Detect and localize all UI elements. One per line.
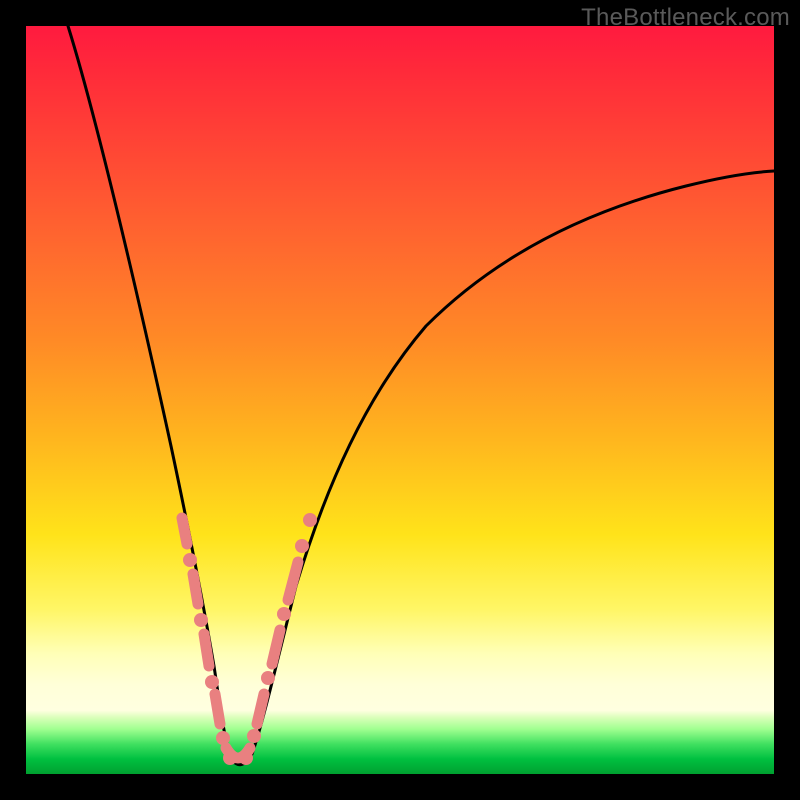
highlight-right-seg-3 xyxy=(288,562,298,600)
highlight-left-seg-2 xyxy=(193,574,198,604)
highlight-right-dot-1 xyxy=(247,729,261,743)
highlight-left-dot-2 xyxy=(194,613,208,627)
highlight-right-seg-2 xyxy=(272,630,280,664)
chart-plot-area xyxy=(26,26,774,774)
highlight-right-dot-2 xyxy=(261,671,275,685)
highlight-left-seg-3 xyxy=(204,634,209,666)
highlight-right-seg-1 xyxy=(257,694,264,724)
bottleneck-curve-svg xyxy=(26,26,774,774)
highlight-right-dot-3 xyxy=(277,607,291,621)
chart-frame: TheBottleneck.com xyxy=(0,0,800,800)
highlight-left-dot-1 xyxy=(183,553,197,567)
highlight-right-dot-5 xyxy=(303,513,317,527)
highlight-left-dot-3 xyxy=(205,675,219,689)
highlight-left-seg-4 xyxy=(215,694,220,724)
watermark-text: TheBottleneck.com xyxy=(581,4,790,32)
highlight-left-seg-1 xyxy=(182,518,187,544)
bottleneck-curve-path xyxy=(68,26,774,765)
highlight-trough-dot-r xyxy=(239,751,253,765)
highlight-trough-dot-l xyxy=(223,751,237,765)
highlight-right-dot-4 xyxy=(295,539,309,553)
